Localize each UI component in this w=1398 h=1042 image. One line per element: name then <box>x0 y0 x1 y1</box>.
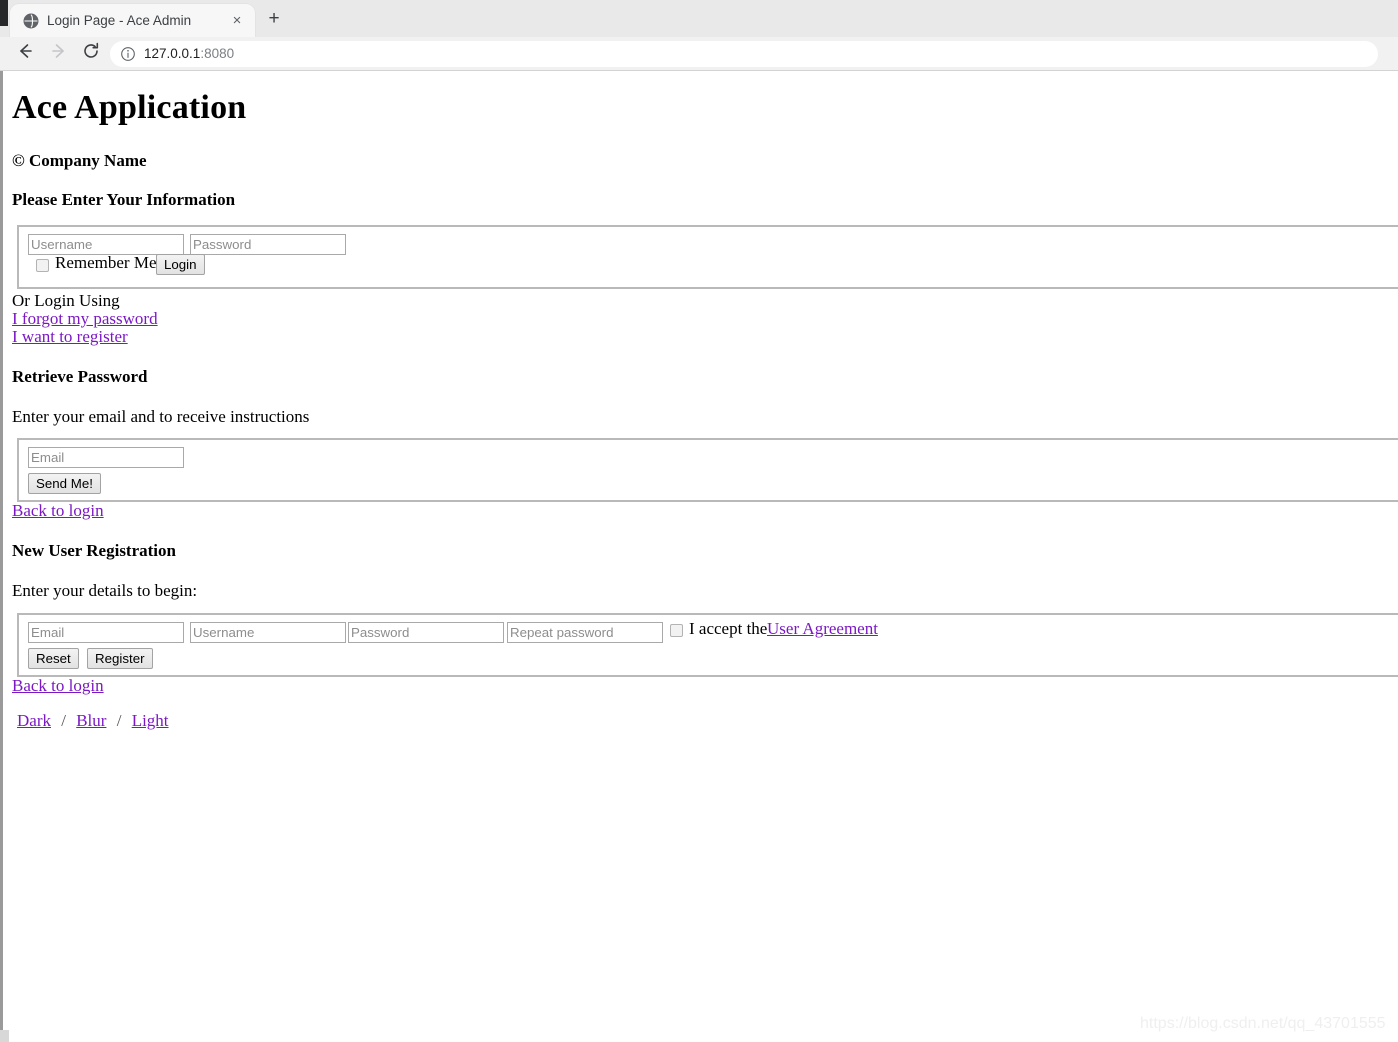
retrieve-form-box: Send Me! <box>17 438 1398 502</box>
password-input[interactable] <box>190 234 346 255</box>
new-tab-button[interactable]: + <box>262 7 286 31</box>
register-username-input[interactable] <box>190 622 346 643</box>
or-login-using-label: Or Login Using <box>12 291 120 310</box>
back-icon[interactable] <box>12 41 38 67</box>
register-button[interactable]: Register <box>87 648 153 669</box>
forward-icon <box>46 41 72 67</box>
url-text: 127.0.0.1:8080 <box>144 45 234 63</box>
reload-icon[interactable] <box>78 41 104 67</box>
tab-strip: Login Page - Ace Admin × + <box>0 0 1398 37</box>
login-form-box: Remember Me Login <box>17 225 1398 289</box>
globe-icon <box>23 13 39 29</box>
remember-me-label: Remember Me <box>55 253 157 272</box>
window-bottom-edge <box>0 1030 9 1042</box>
register-password-input[interactable] <box>348 622 504 643</box>
window-edge <box>0 0 8 26</box>
theme-separator-2: / <box>116 711 122 730</box>
registration-form-box: I accept the User Agreement Reset Regist… <box>17 613 1398 677</box>
theme-blur-link[interactable]: Blur <box>76 711 106 730</box>
browser-tab[interactable]: Login Page - Ace Admin × <box>10 4 255 37</box>
forgot-password-link[interactable]: I forgot my password <box>12 309 158 328</box>
browser-window: Login Page - Ace Admin × + 127.0.0.1:808… <box>0 0 1398 1042</box>
retrieve-password-heading: Retrieve Password <box>12 367 148 386</box>
username-input[interactable] <box>28 234 184 255</box>
page-title: Ace Application <box>12 89 247 126</box>
company-name: © Company Name <box>12 151 147 170</box>
url-host: 127.0.0.1 <box>144 46 201 61</box>
accept-agreement-checkbox[interactable] <box>670 624 683 637</box>
user-agreement-link-wrap: User Agreement <box>767 619 878 639</box>
address-bar[interactable]: 127.0.0.1:8080 <box>110 41 1378 67</box>
registration-instructions: Enter your details to begin: <box>12 581 198 600</box>
reset-button[interactable]: Reset <box>28 648 79 669</box>
send-me-button[interactable]: Send Me! <box>28 473 101 494</box>
retrieve-instructions: Enter your email and to receive instruct… <box>12 407 310 426</box>
page-content: Ace Application © Company Name Please En… <box>3 71 1398 1042</box>
back-to-login-link-register[interactable]: Back to login <box>12 676 104 695</box>
watermark: https://blog.csdn.net/qq_43701555 <box>1140 1015 1386 1032</box>
want-to-register-link[interactable]: I want to register <box>12 327 128 346</box>
accept-agreement-label: I accept the <box>689 619 768 638</box>
theme-dark-link[interactable]: Dark <box>17 711 51 730</box>
register-repeat-password-input[interactable] <box>507 622 663 643</box>
theme-separator-1: / <box>61 711 66 730</box>
user-agreement-link[interactable]: User Agreement <box>767 619 878 638</box>
login-heading: Please Enter Your Information <box>12 190 236 209</box>
back-to-login-link-retrieve[interactable]: Back to login <box>12 501 104 520</box>
theme-switcher: Dark / Blur / Light <box>17 711 169 731</box>
info-circle-icon[interactable] <box>120 46 136 62</box>
url-port: :8080 <box>200 46 235 61</box>
registration-heading: New User Registration <box>12 541 176 560</box>
theme-light-link[interactable]: Light <box>132 711 169 730</box>
remember-me-checkbox[interactable] <box>36 259 49 272</box>
register-email-input[interactable] <box>28 622 184 643</box>
retrieve-email-input[interactable] <box>28 447 184 468</box>
tab-title: Login Page - Ace Admin <box>47 13 192 28</box>
login-button[interactable]: Login <box>156 254 205 275</box>
close-icon[interactable]: × <box>228 12 246 30</box>
browser-toolbar: 127.0.0.1:8080 <box>0 37 1398 71</box>
